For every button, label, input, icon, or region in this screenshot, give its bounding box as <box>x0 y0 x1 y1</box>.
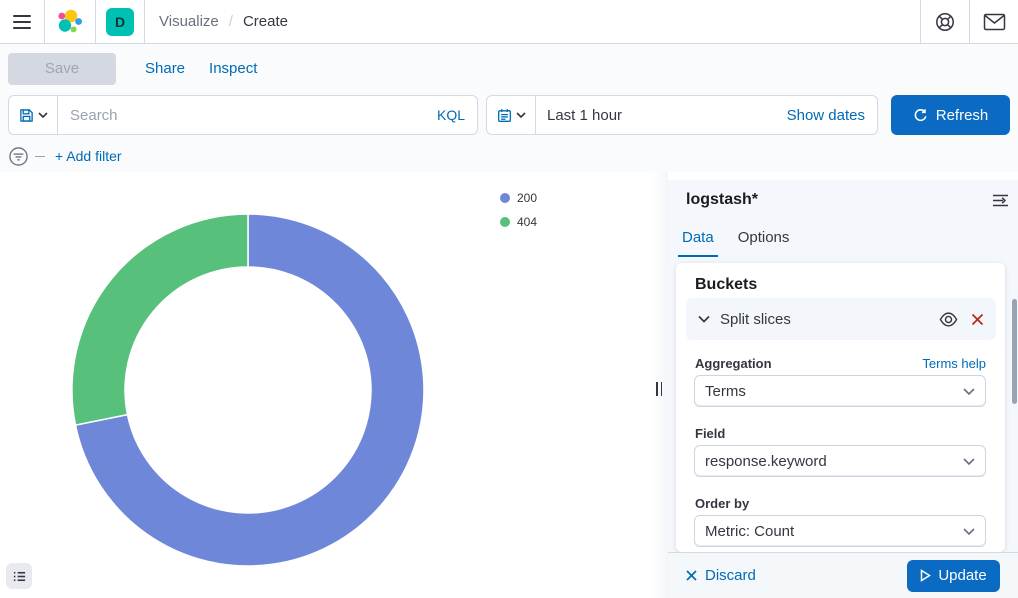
discard-label: Discard <box>705 567 756 584</box>
play-icon <box>920 569 931 582</box>
field-label: Field <box>695 426 725 441</box>
aggregation-value: Terms <box>705 383 963 400</box>
breadcrumb-create: Create <box>243 13 288 30</box>
chevron-down-icon <box>963 458 975 465</box>
sidebar-scrollbar-thumb[interactable] <box>1012 299 1017 404</box>
buckets-heading: Buckets <box>695 276 757 294</box>
chevron-down-icon[interactable] <box>698 315 710 323</box>
search-field-wrap: KQL <box>57 95 478 135</box>
donut-chart[interactable] <box>0 172 652 598</box>
resizer-grip-icon <box>656 382 662 396</box>
add-filter-button[interactable]: + Add filter <box>55 148 122 164</box>
list-icon <box>12 569 27 584</box>
legend-toggle-button[interactable] <box>6 563 32 589</box>
show-dates-button[interactable]: Show dates <box>787 107 877 124</box>
menu-right-icon <box>992 193 1009 208</box>
aggregation-label: Aggregation <box>695 356 772 371</box>
sidebar-tabs: Data Options <box>678 229 793 257</box>
aggregation-select[interactable]: Terms <box>694 375 986 407</box>
refresh-button-label: Refresh <box>936 107 989 124</box>
app-header: D Visualize / Create <box>0 0 1018 44</box>
time-range-value[interactable]: Last 1 hour <box>536 107 787 124</box>
visualize-toolbar: Save Share Inspect <box>0 44 1018 93</box>
elastic-logo[interactable] <box>45 0 95 43</box>
remove-bucket-icon[interactable] <box>971 313 984 326</box>
order-by-select[interactable]: Metric: Count <box>694 515 986 547</box>
breadcrumb-visualize[interactable]: Visualize <box>159 13 219 30</box>
breadcrumb: Visualize / Create <box>145 0 920 43</box>
space-selector[interactable]: D <box>96 0 144 43</box>
search-input[interactable] <box>58 96 437 134</box>
hamburger-icon <box>13 15 31 29</box>
share-link[interactable]: Share <box>145 60 185 77</box>
order-by-label: Order by <box>695 496 749 511</box>
sidebar-footer: Discard Update <box>668 552 1018 598</box>
legend-label: 200 <box>517 191 537 205</box>
newsfeed-button[interactable] <box>970 0 1018 43</box>
chevron-down-icon <box>38 112 48 118</box>
kibana-visualize-create-page: D Visualize / Create <box>0 0 1018 598</box>
query-language-button[interactable]: KQL <box>437 107 477 123</box>
refresh-button[interactable]: Refresh <box>891 95 1010 135</box>
filter-icon[interactable] <box>8 146 29 167</box>
field-value: response.keyword <box>705 453 963 470</box>
update-button-label: Update <box>938 567 986 584</box>
breadcrumb-separator: / <box>229 13 233 30</box>
chevron-down-icon <box>963 528 975 535</box>
legend-label: 404 <box>517 215 537 229</box>
field-select[interactable]: response.keyword <box>694 445 986 477</box>
refresh-icon <box>913 108 928 123</box>
saved-query-button[interactable] <box>8 95 58 135</box>
visualization-chart-area: 200 404 <box>0 172 652 598</box>
envelope-icon <box>983 13 1006 31</box>
space-badge[interactable]: D <box>106 8 134 36</box>
eye-icon[interactable] <box>939 311 958 328</box>
save-disk-icon <box>19 108 34 123</box>
vis-editor-sidebar: logstash* Data Options Buckets <box>668 180 1018 598</box>
date-picker-quick-menu-button[interactable] <box>486 95 536 135</box>
legend-item-404[interactable]: 404 <box>500 215 537 229</box>
terms-help-link[interactable]: Terms help <box>922 356 986 371</box>
split-slices-label[interactable]: Split slices <box>720 311 939 328</box>
legend-dot-icon <box>500 217 510 227</box>
discard-button[interactable]: Discard <box>686 567 756 584</box>
split-slices-accordion: Split slices <box>686 298 996 340</box>
filter-bar: + Add filter <box>0 140 1018 172</box>
pie-slice-404[interactable] <box>72 214 248 425</box>
inspect-link[interactable]: Inspect <box>209 60 257 77</box>
date-range-wrap: Last 1 hour Show dates <box>535 95 878 135</box>
tab-data[interactable]: Data <box>678 229 718 257</box>
main-content: 200 404 logstash* <box>0 172 1018 598</box>
elastic-logo-icon <box>57 9 83 35</box>
help-button[interactable] <box>921 0 969 43</box>
collapse-sidebar-button[interactable] <box>992 193 1009 208</box>
panel-resizer[interactable] <box>652 172 668 598</box>
chevron-down-icon <box>963 388 975 395</box>
tab-options[interactable]: Options <box>734 229 794 257</box>
calendar-icon <box>497 108 512 123</box>
menu-button[interactable] <box>0 0 44 43</box>
chart-legend: 200 404 <box>500 191 537 229</box>
filter-dash-divider <box>35 156 45 157</box>
order-by-value: Metric: Count <box>705 523 963 540</box>
update-button[interactable]: Update <box>907 560 1000 592</box>
buckets-panel: Buckets Split slices <box>676 263 1005 552</box>
chevron-down-icon <box>516 112 526 118</box>
query-bar: KQL Last 1 hour Show dates Re <box>0 93 1018 140</box>
close-icon <box>686 570 697 581</box>
legend-item-200[interactable]: 200 <box>500 191 537 205</box>
legend-dot-icon <box>500 193 510 203</box>
index-pattern-title: logstash* <box>686 191 758 209</box>
lifebuoy-help-icon <box>934 11 956 33</box>
save-button[interactable]: Save <box>8 53 116 85</box>
